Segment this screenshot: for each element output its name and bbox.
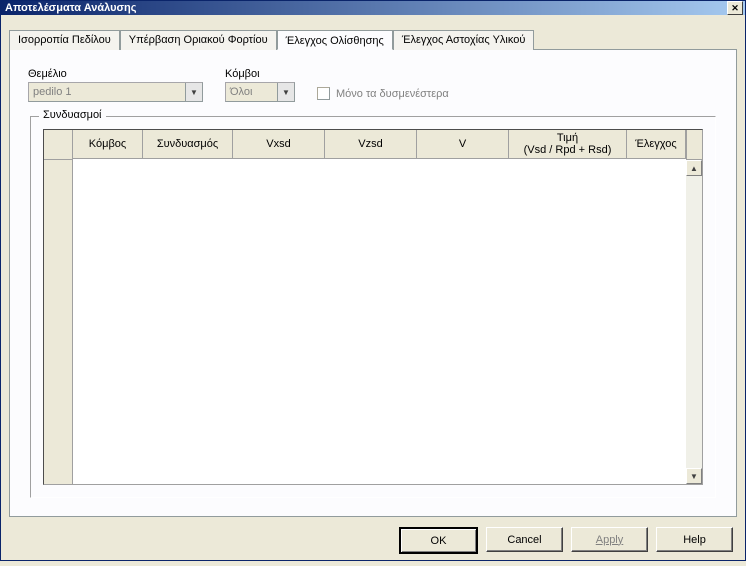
nodes-label: Κόμβοι xyxy=(225,68,295,80)
grid-corner xyxy=(44,130,72,160)
foundation-field: Θεμέλιο pedilo 1 ▼ xyxy=(28,68,203,102)
chevron-down-icon: ▼ xyxy=(277,83,294,101)
group-title: Συνδυασμοί xyxy=(39,109,106,121)
grid: Κόμβος Συνδυασμός Vxsd Vzsd V Τιμή (Vsd … xyxy=(43,129,703,485)
only-worst-row: Μόνο τα δυσμενέστερα xyxy=(317,87,449,100)
nodes-combo[interactable]: Όλοι ▼ xyxy=(225,82,295,102)
nodes-field: Κόμβοι Όλοι ▼ xyxy=(225,68,295,102)
tab-balance[interactable]: Ισορροπία Πεδίλου xyxy=(9,30,120,50)
tab-panel: Θεμέλιο pedilo 1 ▼ Κόμβοι Όλοι ▼ Μόνο τα xyxy=(9,49,737,517)
tab-label: Έλεγχος Αστοχίας Υλικού xyxy=(402,34,526,46)
ok-button[interactable]: OK xyxy=(399,527,478,554)
col-combination[interactable]: Συνδυασμός xyxy=(143,130,233,159)
apply-button[interactable]: Apply xyxy=(571,527,648,552)
only-worst-checkbox[interactable] xyxy=(317,87,330,100)
help-button[interactable]: Help xyxy=(656,527,733,552)
scroll-track[interactable] xyxy=(686,176,702,468)
tab-label: Έλεγχος Ολίσθησης xyxy=(286,35,384,47)
foundation-value: pedilo 1 xyxy=(33,86,72,98)
tab-row: Ισορροπία Πεδίλου Υπέρβαση Οριακού Φορτί… xyxy=(9,29,737,49)
dialog-title: Αποτελέσματα Ανάλυσης xyxy=(3,2,136,14)
chevron-down-icon: ▼ xyxy=(185,83,202,101)
col-value[interactable]: Τιμή (Vsd / Rpd + Rsd) xyxy=(509,130,627,159)
col-check[interactable]: Έλεγχος xyxy=(627,130,686,159)
close-button[interactable]: ✕ xyxy=(727,1,743,15)
dialog-body: Ισορροπία Πεδίλου Υπέρβαση Οριακού Φορτί… xyxy=(1,15,745,517)
cancel-button[interactable]: Cancel xyxy=(486,527,563,552)
foundation-label: Θεμέλιο xyxy=(28,68,203,80)
tab-label: Υπέρβαση Οριακού Φορτίου xyxy=(129,34,268,46)
grid-main: Κόμβος Συνδυασμός Vxsd Vzsd V Τιμή (Vsd … xyxy=(73,130,686,484)
close-icon: ✕ xyxy=(731,3,739,14)
tab-exceedance[interactable]: Υπέρβαση Οριακού Φορτίου xyxy=(120,30,277,50)
scroll-up-icon[interactable]: ▲ xyxy=(686,160,702,176)
tab-material-failure[interactable]: Έλεγχος Αστοχίας Υλικού xyxy=(393,30,535,50)
foundation-combo[interactable]: pedilo 1 ▼ xyxy=(28,82,203,102)
controls-row: Θεμέλιο pedilo 1 ▼ Κόμβοι Όλοι ▼ Μόνο τα xyxy=(28,68,718,102)
tab-sliding-check[interactable]: Έλεγχος Ολίσθησης xyxy=(277,30,393,50)
scroll-down-icon[interactable]: ▼ xyxy=(686,468,702,484)
grid-rowhead xyxy=(44,130,73,484)
col-vzsd[interactable]: Vzsd xyxy=(325,130,417,159)
title-bar: Αποτελέσματα Ανάλυσης ✕ xyxy=(1,1,745,15)
button-row: OK Cancel Apply Help xyxy=(1,517,745,566)
grid-body[interactable] xyxy=(73,159,686,484)
analysis-results-dialog: Αποτελέσματα Ανάλυσης ✕ Ισορροπία Πεδίλο… xyxy=(0,0,746,561)
scroll-spacer xyxy=(686,130,702,160)
col-v[interactable]: V xyxy=(417,130,509,159)
tab-label: Ισορροπία Πεδίλου xyxy=(18,34,111,46)
combinations-group: Συνδυασμοί Κόμβος Συνδυασμός Vxsd Vzsd V… xyxy=(30,116,716,498)
nodes-value: Όλοι xyxy=(230,86,252,98)
grid-header: Κόμβος Συνδυασμός Vxsd Vzsd V Τιμή (Vsd … xyxy=(73,130,686,159)
col-node[interactable]: Κόμβος xyxy=(73,130,143,159)
vertical-scrollbar[interactable]: ▲ ▼ xyxy=(686,130,702,484)
col-vxsd[interactable]: Vxsd xyxy=(233,130,325,159)
only-worst-label: Μόνο τα δυσμενέστερα xyxy=(336,88,449,100)
